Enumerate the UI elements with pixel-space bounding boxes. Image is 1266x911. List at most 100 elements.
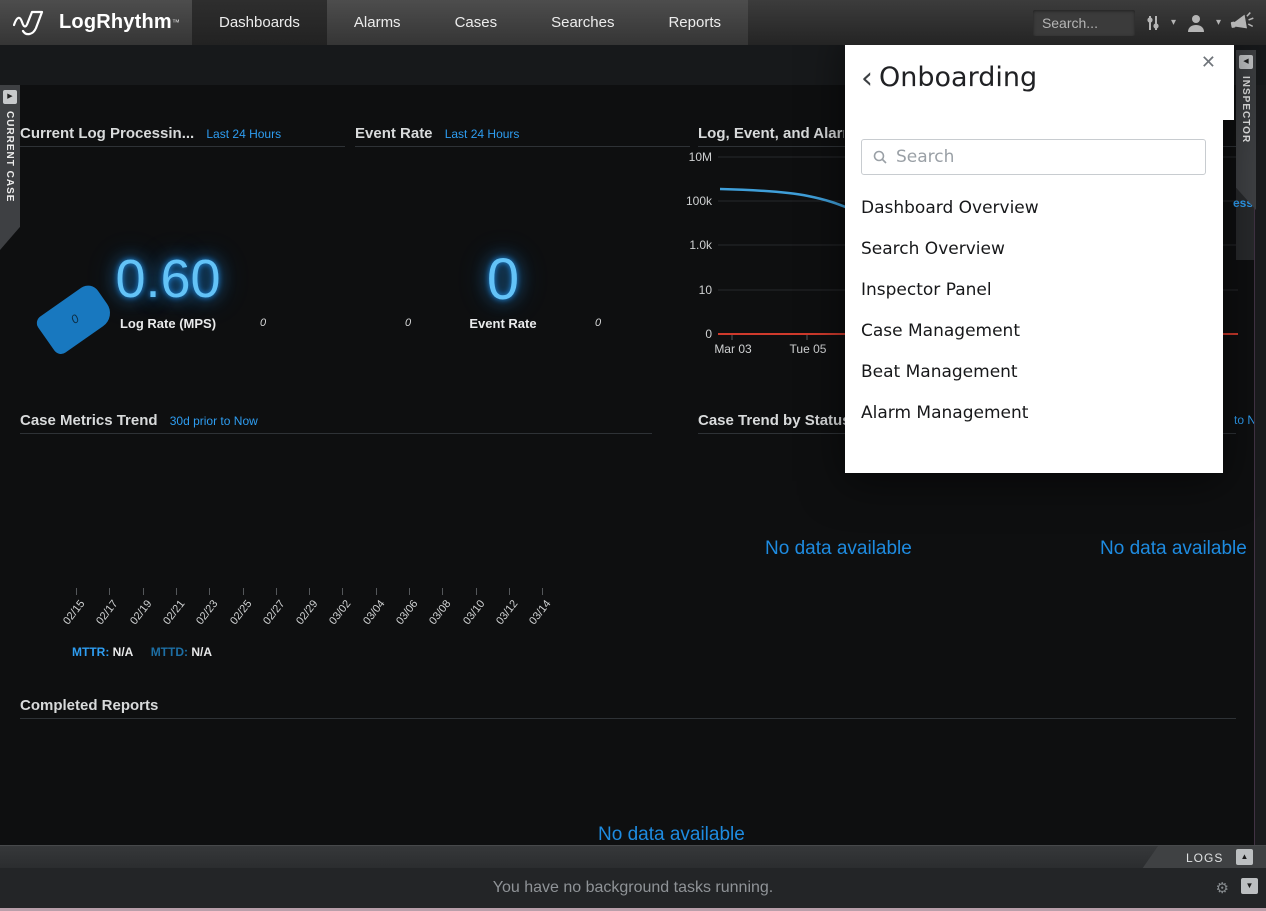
right-widget-no-data: No data available	[1100, 538, 1247, 560]
divider	[20, 433, 652, 434]
date-tick-label: 02/25	[221, 598, 254, 635]
date-tick-label: 02/27	[254, 598, 287, 635]
collapse-tasks-icon[interactable]: ▼	[1241, 878, 1258, 894]
date-tick	[309, 588, 310, 595]
current-case-rail[interactable]: ▶ CURRENT CASE	[0, 85, 20, 250]
tab-dashboards[interactable]: Dashboards	[192, 0, 327, 45]
expand-inspector-icon[interactable]: ◀	[1239, 55, 1253, 69]
widget-title-log-processing: Current Log Processin... Last 24 Hours	[20, 125, 281, 142]
app-screen: LogRhythm ™ DashboardsAlarmsCasesSearche…	[0, 0, 1266, 911]
background-tasks-bar: You have no background tasks running. ⚙ …	[0, 868, 1266, 908]
onboarding-item[interactable]: Case Management	[845, 311, 1223, 352]
date-tick	[109, 588, 110, 595]
date-tick	[442, 588, 443, 595]
case-trend-no-data: No data available	[765, 538, 912, 560]
tab-reports[interactable]: Reports	[641, 0, 748, 45]
event-rate-gauge-max: 0	[595, 317, 601, 329]
date-tick-label: 03/08	[421, 598, 454, 635]
event-rate-range[interactable]: Last 24 Hours	[445, 127, 520, 141]
mttr-label: MTTR:	[72, 645, 109, 659]
log-processing-title-text: Current Log Processin...	[20, 125, 194, 142]
y-axis-tick-label: 0	[664, 327, 712, 341]
widget-title-log-event-alarm: Log, Event, and Alarm	[698, 125, 844, 142]
global-search-input[interactable]	[1033, 10, 1135, 36]
logs-band: LOGS ▲	[0, 845, 1266, 868]
log-rate-gauge-max: 0	[260, 317, 266, 329]
date-tick	[276, 588, 277, 595]
onboarding-item[interactable]: Dashboard Overview	[845, 188, 1223, 229]
tab-alarms[interactable]: Alarms	[327, 0, 428, 45]
date-tick-label: 02/19	[121, 598, 154, 635]
date-tick	[209, 588, 210, 595]
widget-title-completed-reports: Completed Reports	[20, 697, 158, 714]
date-tick-label: 02/17	[88, 598, 121, 635]
date-tick-label: 02/29	[288, 598, 321, 635]
filters-icon[interactable]	[1144, 14, 1162, 32]
onboarding-item[interactable]: Inspector Panel	[845, 270, 1223, 311]
mttr-value: N/A	[113, 645, 134, 659]
widget-title-case-metrics: Case Metrics Trend 30d prior to Now	[20, 412, 258, 429]
date-tick	[409, 588, 410, 595]
user-icon[interactable]	[1185, 13, 1207, 33]
expand-current-case-icon[interactable]: ▶	[3, 90, 17, 104]
date-tick-label: 03/10	[454, 598, 487, 635]
onboarding-title: Onboarding	[879, 62, 1037, 93]
y-axis-tick-label: 10	[664, 283, 712, 297]
date-tick	[376, 588, 377, 595]
brand-trademark: ™	[172, 18, 180, 27]
date-tick-label: 03/12	[487, 598, 520, 635]
date-tick	[243, 588, 244, 595]
tab-searches[interactable]: Searches	[524, 0, 641, 45]
background-tasks-status: You have no background tasks running.	[0, 868, 1266, 908]
date-tick-label: 02/23	[188, 598, 221, 635]
onboarding-list: Dashboard OverviewSearch OverviewInspect…	[845, 188, 1223, 434]
onboarding-search-input[interactable]	[861, 139, 1206, 175]
logs-label: LOGS	[1186, 851, 1223, 865]
onboarding-panel-body: Dashboard OverviewSearch OverviewInspect…	[845, 120, 1223, 473]
top-nav: LogRhythm ™ DashboardsAlarmsCasesSearche…	[0, 0, 1266, 45]
date-tick-label: 03/02	[321, 598, 354, 635]
user-chevron-icon[interactable]: ▾	[1216, 17, 1221, 28]
expand-logs-icon[interactable]: ▲	[1236, 849, 1253, 865]
case-metrics-range[interactable]: 30d prior to Now	[170, 414, 258, 428]
close-icon[interactable]: ✕	[1201, 52, 1216, 73]
filters-chevron-icon[interactable]: ▾	[1171, 17, 1176, 28]
case-metrics-title-text: Case Metrics Trend	[20, 412, 158, 429]
hidden-widget-range-fragment: to N	[1234, 413, 1256, 427]
date-tick-label: 03/06	[388, 598, 421, 635]
log-processing-range[interactable]: Last 24 Hours	[206, 127, 281, 141]
y-axis-tick-label: 100k	[664, 194, 712, 208]
date-tick	[143, 588, 144, 595]
log-rate-label: Log Rate (MPS)	[98, 316, 238, 331]
date-tick	[476, 588, 477, 595]
y-axis-tick-label: 10M	[664, 150, 712, 164]
log-series-line	[720, 189, 861, 211]
date-tick-label: 02/15	[55, 598, 88, 635]
onboarding-item[interactable]: Beat Management	[845, 352, 1223, 393]
back-icon[interactable]: ‹	[861, 64, 873, 94]
onboarding-item[interactable]: Alarm Management	[845, 393, 1223, 434]
mttd-label: MTTD:	[151, 645, 188, 659]
date-tick-label: 03/14	[521, 598, 554, 635]
announcements-icon[interactable]	[1228, 8, 1258, 36]
gear-icon[interactable]: ⚙	[1216, 879, 1229, 897]
case-metrics-legend: MTTR: N/A MTTD: N/A	[72, 645, 226, 659]
event-rate-gauge-min: 0	[405, 317, 411, 329]
completed-reports-no-data: No data available	[598, 824, 745, 846]
brand-name: LogRhythm	[59, 11, 172, 34]
date-tick-label: 03/04	[354, 598, 387, 635]
logrhythm-logo-icon	[13, 9, 51, 37]
y-axis-tick-label: 1.0k	[664, 238, 712, 252]
x-axis-tick-label: Tue 05	[782, 342, 834, 356]
tab-cases[interactable]: Cases	[428, 0, 525, 45]
onboarding-item[interactable]: Search Overview	[845, 229, 1223, 270]
date-tick-label: 02/21	[154, 598, 187, 635]
nav-right-cluster: ▾ ▾	[1033, 0, 1266, 45]
date-tick	[542, 588, 543, 595]
widget-title-case-trend: Case Trend by Status	[698, 412, 851, 429]
search-icon	[872, 149, 888, 169]
divider	[20, 146, 345, 147]
mttd-value: N/A	[191, 645, 212, 659]
date-tick	[509, 588, 510, 595]
inspector-rail[interactable]: ◀ INSPECTOR	[1236, 50, 1256, 210]
